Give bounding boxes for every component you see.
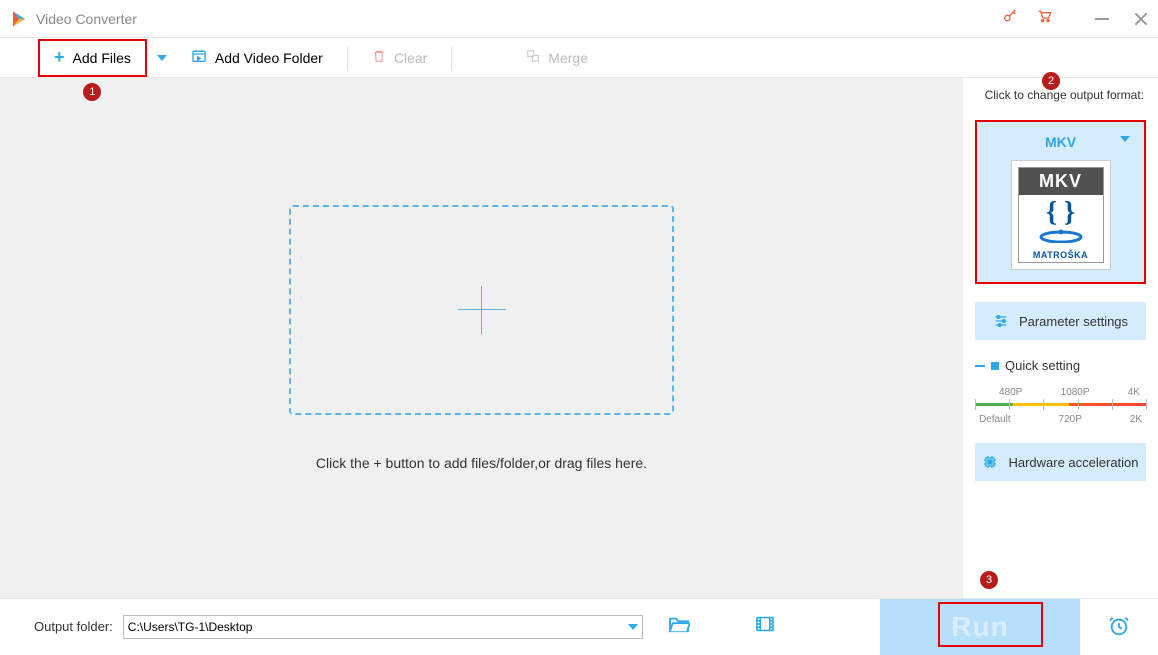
sidebar: 2 Click to change output format: MKV MKV…	[963, 78, 1158, 598]
drop-box[interactable]	[289, 205, 674, 415]
resolution-slider[interactable]	[975, 403, 1146, 406]
sliders-icon	[993, 313, 1009, 329]
add-files-button[interactable]: + Add Files 1	[38, 39, 147, 77]
res-default: Default	[979, 414, 1011, 425]
res-720p: 720P	[1059, 414, 1082, 425]
output-format-selector[interactable]: MKV MKV { } MATROŠKA	[975, 120, 1146, 284]
alarm-icon	[1108, 615, 1130, 637]
parameter-settings-button[interactable]: Parameter settings	[975, 302, 1146, 340]
key-icon[interactable]	[1002, 8, 1018, 29]
chevron-down-icon	[1120, 136, 1130, 142]
separator	[347, 46, 348, 70]
add-files-dropdown-icon[interactable]	[157, 55, 167, 61]
app-logo-icon	[10, 10, 28, 28]
merge-label: Merge	[548, 50, 588, 66]
resolution-labels-top: 480P 1080P 4K	[975, 387, 1146, 398]
param-settings-label: Parameter settings	[1019, 314, 1128, 329]
res-1080p: 1080P	[1061, 387, 1090, 398]
close-button[interactable]	[1134, 12, 1148, 26]
format-label: Click to change output format:	[975, 88, 1146, 102]
folder-icon	[668, 615, 690, 633]
mkv-braces: { }	[1019, 199, 1103, 227]
chip-icon	[982, 454, 998, 470]
output-folder-input[interactable]: C:\Users\TG-1\Desktop	[123, 615, 643, 639]
quick-setting-panel: Quick setting 480P 1080P 4K Default 720P…	[975, 358, 1146, 425]
trash-icon	[372, 48, 386, 67]
hardware-acceleration-button[interactable]: Hardware acceleration	[975, 443, 1146, 481]
add-files-label: Add Files	[73, 50, 131, 66]
chevron-down-icon	[628, 624, 638, 630]
run-button[interactable]: Run	[880, 599, 1080, 655]
format-name-text: MKV	[1045, 134, 1076, 150]
qs-dot-icon	[991, 362, 999, 370]
merge-icon	[526, 49, 540, 66]
titlebar: Video Converter	[0, 0, 1158, 38]
add-folder-label: Add Video Folder	[215, 50, 323, 66]
res-4k: 4K	[1128, 387, 1140, 398]
res-2k: 2K	[1130, 414, 1142, 425]
res-480p: 480P	[999, 387, 1022, 398]
drop-area[interactable]: Click the + button to add files/folder,o…	[0, 78, 963, 598]
drop-plus-icon	[458, 286, 506, 334]
clear-label: Clear	[394, 50, 427, 66]
cart-icon[interactable]	[1036, 8, 1052, 29]
plus-icon: +	[54, 47, 65, 68]
mkv-logo-top: MKV	[1019, 168, 1103, 195]
timer-button[interactable]	[1108, 615, 1130, 642]
resolution-labels-bottom: Default 720P 2K	[975, 414, 1146, 425]
toolbar: + Add Files 1 Add Video Folder Clear Mer…	[0, 38, 1158, 78]
minimize-button[interactable]	[1095, 18, 1109, 20]
run-label: Run	[951, 611, 1008, 643]
step-badge-3: 3	[980, 571, 998, 589]
quick-setting-label: Quick setting	[1005, 358, 1080, 373]
bottom-bar: Output folder: C:\Users\TG-1\Desktop 3 R…	[0, 598, 1158, 654]
drop-hint: Click the + button to add files/folder,o…	[316, 455, 647, 471]
output-folder-label: Output folder:	[34, 619, 113, 634]
separator	[451, 46, 452, 70]
qs-line-icon	[975, 365, 985, 367]
mkv-logo: MKV { } MATROŠKA	[1011, 160, 1111, 270]
main-area: Click the + button to add files/folder,o…	[0, 78, 1158, 598]
film-icon	[755, 616, 775, 632]
add-video-folder-button[interactable]: Add Video Folder	[177, 39, 337, 77]
step-badge-2: 2	[1042, 72, 1060, 90]
format-name: MKV	[987, 134, 1134, 150]
hw-accel-label: Hardware acceleration	[1008, 455, 1138, 470]
output-path-text: C:\Users\TG-1\Desktop	[128, 620, 253, 634]
open-folder-button[interactable]	[668, 615, 690, 638]
clear-button[interactable]: Clear	[358, 39, 441, 77]
mkv-brand: MATROŠKA	[1019, 250, 1103, 260]
step-badge-1: 1	[83, 83, 101, 101]
app-title: Video Converter	[36, 11, 1002, 27]
record-screen-button[interactable]	[755, 616, 775, 637]
video-folder-icon	[191, 48, 207, 67]
merge-button[interactable]: Merge	[512, 39, 602, 77]
